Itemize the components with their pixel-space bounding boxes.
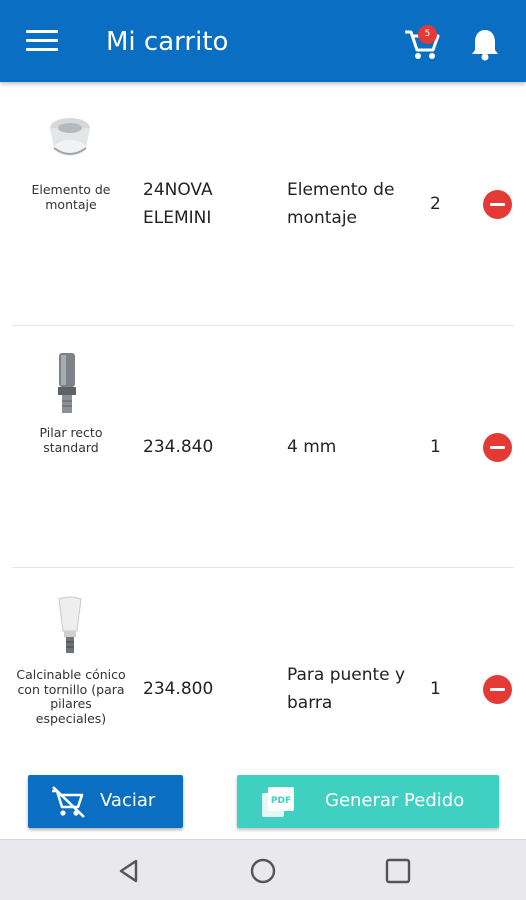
product-code: 234.840 bbox=[143, 437, 214, 457]
product-description: Elemento de montaje bbox=[287, 180, 395, 228]
empty-cart-button[interactable]: Vaciar bbox=[28, 775, 183, 828]
remove-item-button[interactable] bbox=[483, 190, 512, 219]
empty-cart-label: Vaciar bbox=[100, 790, 156, 811]
calcinable-icon bbox=[56, 595, 84, 659]
bell-icon[interactable] bbox=[468, 26, 502, 62]
product-description: Para puente y barra bbox=[287, 665, 406, 713]
product-quantity: 2 bbox=[430, 194, 441, 214]
cart-item: Pilar recto standard 234.840 4 mm 1 bbox=[0, 325, 526, 567]
remove-item-button[interactable] bbox=[483, 433, 512, 462]
product-description: 4 mm bbox=[287, 437, 337, 457]
generate-order-button[interactable]: PDF Generar Pedido bbox=[237, 775, 499, 828]
svg-text:PDF: PDF bbox=[271, 796, 291, 806]
mounting-element-icon bbox=[40, 108, 104, 170]
generate-order-label: Generar Pedido bbox=[325, 790, 465, 811]
remove-item-button[interactable] bbox=[483, 675, 512, 704]
product-quantity: 1 bbox=[430, 679, 441, 699]
page-title: Mi carrito bbox=[106, 27, 229, 57]
system-nav-bar bbox=[0, 839, 526, 900]
cart-item: Elemento de montaje 24NOVA ELEMINI Eleme… bbox=[0, 82, 526, 325]
menu-icon[interactable] bbox=[26, 30, 58, 54]
cart-item: Calcinable cónico con tornillo (para pil… bbox=[0, 567, 526, 758]
back-triangle-icon[interactable] bbox=[112, 854, 146, 888]
recents-square-icon[interactable] bbox=[381, 854, 415, 888]
product-quantity: 1 bbox=[430, 437, 441, 457]
remove-cart-icon bbox=[50, 785, 88, 823]
product-name: Calcinable cónico con tornillo (para pil… bbox=[16, 667, 126, 726]
product-name: Pilar recto standard bbox=[39, 425, 103, 455]
product-name: Elemento de montaje bbox=[31, 182, 111, 212]
pdf-icon: PDF bbox=[261, 786, 295, 822]
product-code: 234.800 bbox=[143, 679, 214, 699]
home-circle-icon[interactable] bbox=[246, 854, 280, 888]
app-bar: Mi carrito 5 bbox=[0, 0, 526, 82]
straight-abutment-icon bbox=[55, 351, 79, 419]
cart-count-badge: 5 bbox=[418, 25, 437, 44]
cart-list[interactable]: Elemento de montaje 24NOVA ELEMINI Eleme… bbox=[0, 82, 526, 758]
product-code: 24NOVA ELEMINI bbox=[143, 180, 213, 228]
